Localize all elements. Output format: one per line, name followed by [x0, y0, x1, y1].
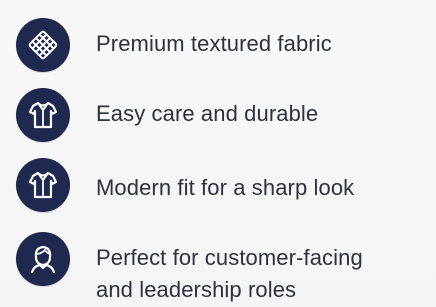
feature-label: Easy care and durable — [96, 101, 319, 126]
feature-list: Premium textured fabric Easy care and du… — [0, 0, 436, 307]
shirt-icon — [16, 88, 70, 142]
feature-label: Perfect for customer-facing and leadersh… — [96, 245, 363, 302]
shirt-icon — [16, 158, 70, 212]
feature-label: Premium textured fabric — [96, 31, 332, 56]
feature-label: Modern fit for a sharp look — [96, 175, 355, 200]
feature-item-fit: Modern fit for a sharp look — [16, 158, 354, 212]
fabric-texture-icon — [16, 18, 70, 72]
feature-item-fabric: Premium textured fabric — [16, 18, 332, 72]
feature-item-roles: Perfect for customer-facing and leadersh… — [16, 232, 363, 306]
feature-item-care: Easy care and durable — [16, 88, 318, 142]
person-icon — [16, 232, 70, 286]
